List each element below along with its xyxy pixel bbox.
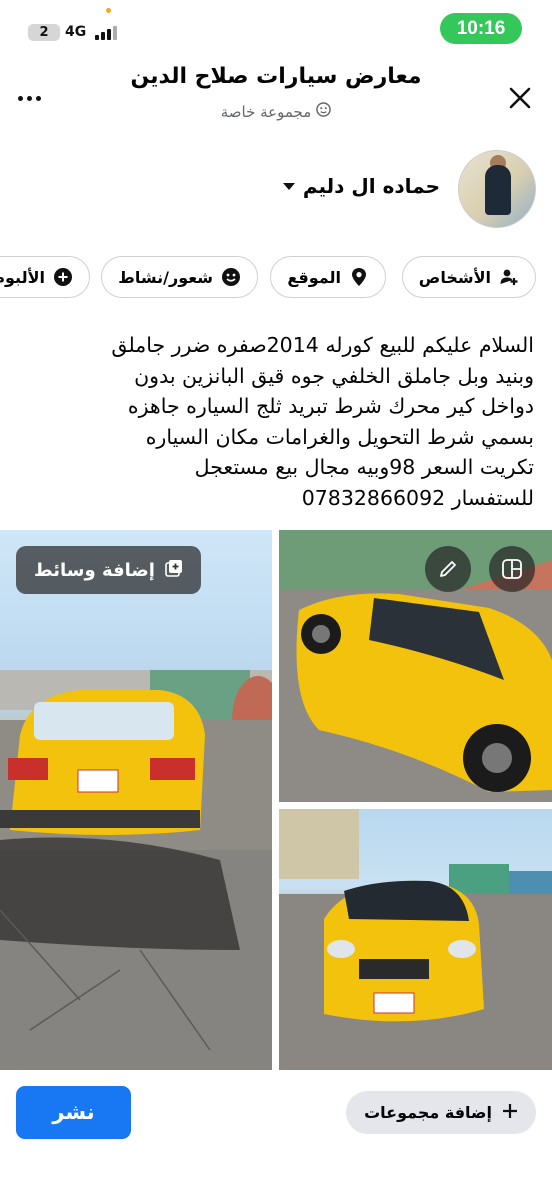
media-grid: إضافة وسائط	[0, 530, 552, 1070]
signal-bars-icon	[95, 26, 117, 40]
status-bar: 2 4G 10:16	[0, 0, 552, 60]
caret-down-icon	[282, 182, 295, 190]
privacy-indicator-dot	[106, 8, 111, 13]
chip-people[interactable]: الأشخاص	[401, 256, 536, 298]
author-row: حماده ال دليم	[16, 150, 536, 230]
chip-album[interactable]: الألبوم	[0, 256, 90, 298]
photo-car-side[interactable]	[279, 530, 552, 802]
group-title: معارض سيارات صلاح الدين	[130, 64, 422, 89]
plus-circle-icon	[53, 267, 73, 287]
chip-label: الألبوم	[0, 267, 45, 287]
chip-label: الأشخاص	[418, 267, 491, 287]
chip-feeling[interactable]: شعور/نشاط	[101, 256, 258, 298]
post-line: السلام عليكم للبيع كورله 2014صفره ضرر جا…	[111, 333, 534, 357]
post-line: للستفسار 07832866092	[301, 485, 534, 510]
sim-badge: 2	[28, 24, 60, 41]
add-media-label: إضافة وسائط	[34, 559, 155, 581]
add-media-button[interactable]: إضافة وسائط	[16, 546, 201, 594]
author-selector[interactable]: حماده ال دليم	[282, 174, 440, 198]
post-text-input[interactable]: السلام عليكم للبيع كورله 2014صفره ضرر جا…	[24, 330, 534, 513]
photo-car-rear[interactable]: إضافة وسائط	[0, 530, 272, 1070]
post-line: تكريت السعر 98وبيه مجال بيع مستعجل	[194, 455, 534, 479]
group-privacy: مجموعة خاصة	[60, 102, 492, 121]
avatar[interactable]	[458, 150, 536, 228]
status-time: 10:16	[440, 13, 522, 44]
location-pin-icon	[349, 267, 369, 287]
chip-label: الموقع	[287, 267, 341, 287]
composer-footer: نشر إضافة مجموعات	[0, 1070, 552, 1195]
author-name: حماده ال دليم	[302, 174, 440, 198]
pencil-icon[interactable]	[425, 546, 471, 592]
publish-button[interactable]: نشر	[16, 1086, 131, 1139]
more-horizontal-icon[interactable]	[18, 88, 48, 108]
plus-icon	[502, 1103, 518, 1123]
photo-car-front[interactable]	[279, 809, 552, 1070]
post-options-row: الأشخاص الموقع شعور/نشاط الألبوم	[0, 256, 552, 300]
add-photo-icon	[165, 559, 183, 582]
composer-header: معارض سيارات صلاح الدين مجموعة خاصة	[0, 60, 552, 140]
add-groups-button[interactable]: إضافة مجموعات	[346, 1091, 536, 1134]
chip-location[interactable]: الموقع	[270, 256, 386, 298]
group-globe-icon	[316, 102, 332, 121]
post-line: وبنيد وبل جاملق الخلفي جوه قيق البانزين …	[134, 363, 534, 388]
post-line: بسمي شرط التحويل والغرامات مكان السياره	[145, 424, 534, 449]
chip-label: شعور/نشاط	[118, 267, 213, 287]
post-line: دواخل كير محرك شرط تبريد ثلج السياره جاه…	[127, 394, 534, 418]
layout-icon[interactable]	[489, 546, 535, 592]
network-type: 4G	[65, 24, 87, 40]
add-groups-label: إضافة مجموعات	[364, 1103, 492, 1122]
people-add-icon	[499, 267, 519, 287]
smiley-icon	[221, 267, 241, 287]
group-privacy-label: مجموعة خاصة	[220, 102, 312, 121]
close-icon[interactable]	[506, 84, 534, 112]
